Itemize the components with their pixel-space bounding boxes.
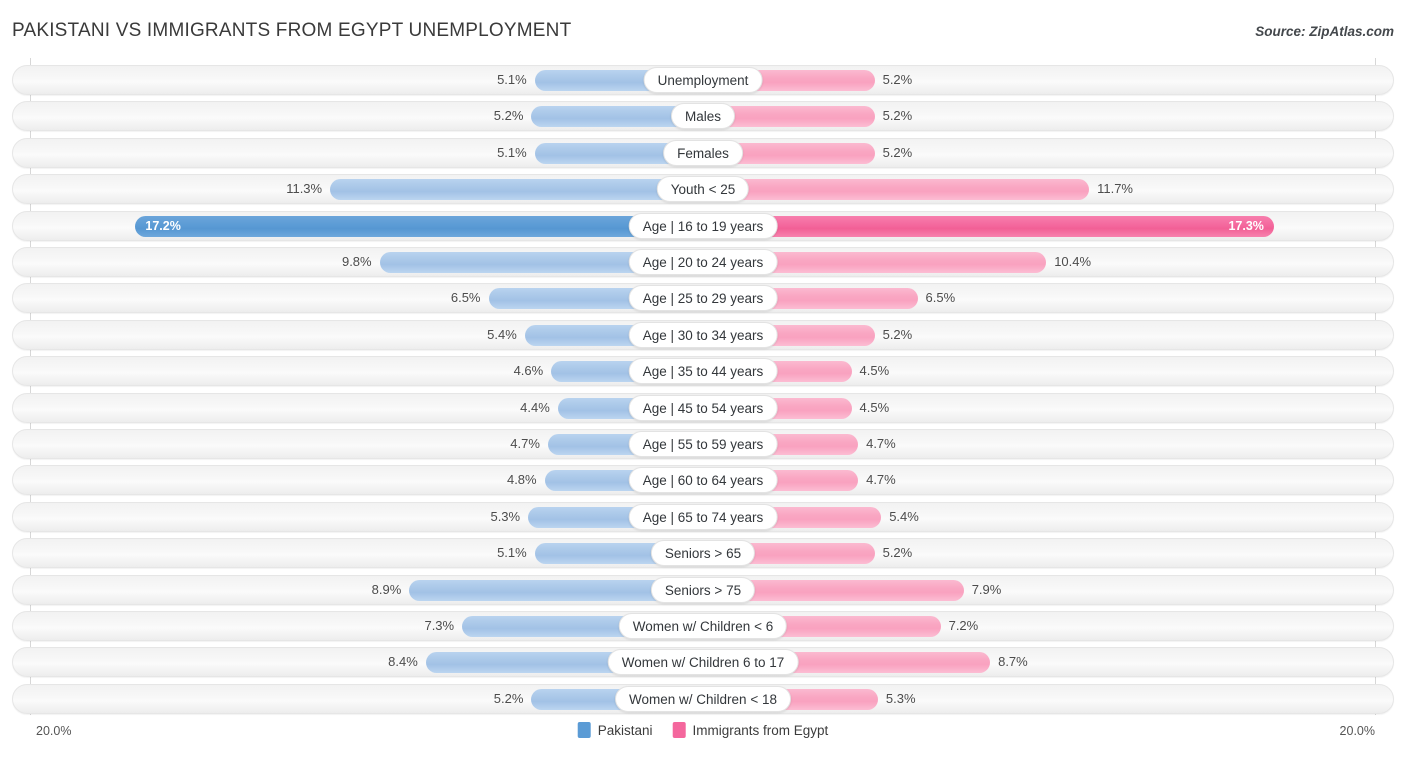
row-category-label: Females [663,139,743,166]
chart-row: 5.1% 5.2% Females [12,137,1394,168]
value-label-right: 17.3% [1228,218,1264,233]
value-label-left: 5.3% [490,508,521,524]
value-label-left: 9.8% [341,254,372,269]
value-label-left: 5.1% [497,144,527,160]
bar-left-pakistani [330,179,703,201]
value-label-right: 8.7% [998,654,1028,670]
row-category-label: Seniors > 75 [650,576,756,603]
chart-row: 11.3% 11.7% Youth < 25 [12,174,1394,205]
chart-row: 5.1% 5.2% Unemployment [12,65,1394,95]
chart-row: 4.6% 4.5% Age | 35 to 44 years [12,356,1394,387]
bar-right-immigrants-from-egypt [703,179,1090,201]
row-category-label: Age | 45 to 54 years [628,394,778,421]
row-category-label: Youth < 25 [656,176,750,203]
value-label-right: 4.7% [866,472,896,488]
legend-item: Immigrants from Egypt [672,722,828,738]
value-label-left: 5.4% [487,326,517,342]
legend-swatch-icon [672,722,686,738]
value-label-right: 5.4% [889,508,919,524]
row-category-label: Women w/ Children < 6 [618,613,788,639]
chart-row: 5.2% 5.3% Women w/ Children < 18 [12,683,1394,714]
chart-legend: Pakistani Immigrants from Egypt [577,722,828,738]
row-category-label: Age | 20 to 24 years [628,249,778,275]
chart-row: 8.4% 8.7% Women w/ Children 6 to 17 [12,647,1394,678]
value-label-left: 5.1% [497,72,527,87]
row-category-label: Males [670,103,736,130]
value-label-right: 5.2% [882,326,913,342]
value-label-left: 4.8% [506,472,537,488]
value-label-left: 4.7% [510,436,540,451]
row-category-label: Seniors > 65 [650,540,756,567]
value-label-right: 10.4% [1054,254,1092,269]
value-label-left: 5.2% [493,690,524,706]
row-category-label: Age | 25 to 29 years [628,285,778,312]
value-label-right: 4.7% [866,436,896,451]
chart-footer: 20.0% Pakistani Immigrants from Egypt 20.… [0,718,1406,757]
chart-row: 4.7% 4.7% Age | 55 to 59 years [12,429,1394,459]
source-attribution: Source: ZipAtlas.com [1255,24,1394,39]
chart-row: 6.5% 6.5% Age | 25 to 29 years [12,283,1394,314]
value-label-right: 6.5% [925,290,956,306]
legend-item: Pakistani [577,722,653,738]
row-category-label: Unemployment [643,67,763,93]
value-label-right: 4.5% [859,363,890,379]
bar-left-pakistani [135,215,703,237]
row-category-label: Women w/ Children 6 to 17 [607,649,799,676]
row-category-label: Age | 30 to 34 years [628,321,778,348]
legend-swatch-icon [577,722,591,738]
value-label-right: 5.3% [885,690,916,706]
value-label-left: 4.6% [513,363,544,379]
chart-row: 4.8% 4.7% Age | 60 to 64 years [12,465,1394,496]
value-label-right: 5.2% [882,72,913,87]
value-label-left: 8.9% [371,581,402,597]
chart-row: 17.2% 17.3% Age | 16 to 19 years [12,210,1394,241]
chart-row: 5.4% 5.2% Age | 30 to 34 years [12,319,1394,350]
value-label-right: 5.2% [882,545,913,561]
axis-label-left: 20.0% [36,724,72,738]
value-label-left: 17.2% [145,218,181,233]
value-label-left: 6.5% [450,290,481,306]
row-category-label: Age | 65 to 74 years [628,503,778,530]
chart-row: 5.3% 5.4% Age | 65 to 74 years [12,501,1394,532]
value-label-right: 11.7% [1097,181,1133,197]
value-label-right: 7.9% [971,581,1002,597]
value-label-right: 5.2% [882,108,913,124]
row-category-label: Women w/ Children < 18 [615,685,791,712]
value-label-right: 5.2% [882,144,913,160]
chart-row: 4.4% 4.5% Age | 45 to 54 years [12,392,1394,423]
chart-header: PAKISTANI VS IMMIGRANTS FROM EGYPT UNEMP… [0,0,1406,56]
chart-row: 8.9% 7.9% Seniors > 75 [12,574,1394,605]
legend-label: Immigrants from Egypt [692,722,829,738]
chart-row: 5.2% 5.2% Males [12,101,1394,132]
chart-plot-area: 5.1% 5.2% Unemployment 5.2% 5.2% Males 5.1% 5.2… [0,58,1406,718]
chart-row: 5.1% 5.2% Seniors > 65 [12,538,1394,569]
legend-label: Pakistani [597,722,653,738]
value-label-right: 4.5% [859,399,890,415]
row-category-label: Age | 55 to 59 years [628,431,778,457]
value-label-left: 5.1% [497,545,527,561]
page-title: PAKISTANI VS IMMIGRANTS FROM EGYPT UNEMP… [12,20,572,41]
value-label-left: 4.4% [520,399,550,415]
value-label-left: 5.2% [493,108,524,124]
value-label-right: 7.2% [948,618,979,633]
value-label-left: 7.3% [424,618,455,633]
chart-row: 9.8% 10.4% Age | 20 to 24 years [12,247,1394,277]
chart-row: 7.3% 7.2% Women w/ Children < 6 [12,611,1394,641]
value-label-left: 11.3% [286,181,323,197]
row-category-label: Age | 35 to 44 years [628,358,778,385]
row-category-label: Age | 16 to 19 years [628,212,778,239]
bar-right-immigrants-from-egypt [703,215,1274,237]
row-category-label: Age | 60 to 64 years [628,467,778,494]
value-label-left: 8.4% [388,654,418,670]
axis-label-right: 20.0% [1339,724,1375,738]
